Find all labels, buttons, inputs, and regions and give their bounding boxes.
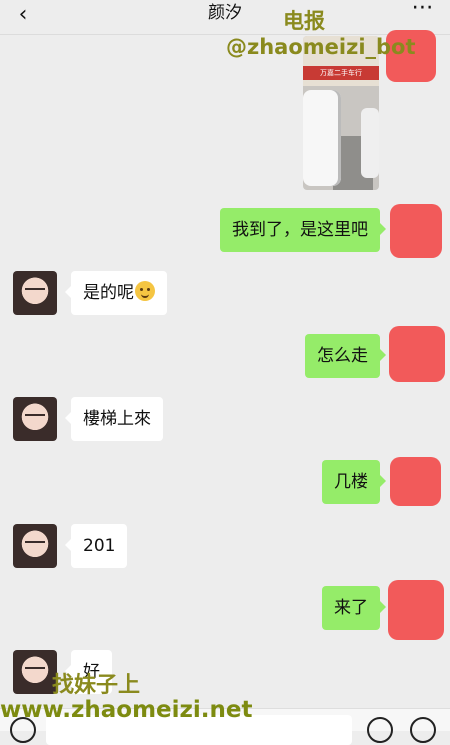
avatar-contact[interactable] [13,271,57,315]
avatar-contact[interactable] [13,650,57,694]
watermark-top-line1: 电报 [283,9,325,33]
message-bubble-contact[interactable]: 201 [64,524,128,568]
redacted-avatar-self [388,580,444,640]
photo-car-right [361,108,379,178]
emoji-icon[interactable] [367,717,393,743]
message-bubble-contact[interactable]: 樓梯上來 [65,397,163,441]
message-bubble-self[interactable]: 怎么走 [305,334,386,378]
message-bubble-self[interactable]: 我到了，是这里吧 [220,208,386,252]
watermark-top-line2: @zhaomeizi_bot [226,35,416,59]
redacted-avatar-self [389,326,445,382]
message-bubble-self[interactable]: 来了 [322,586,386,630]
avatar-contact[interactable] [13,524,57,568]
message-text: 是的呢 [83,283,134,303]
watermark-bottom-line1: 找妹子上 [52,673,141,698]
photo-shop-sign: 万嘉二手车行 [303,66,379,80]
smile-emoji-icon [135,281,155,301]
message-photo[interactable]: 万嘉二手车行 [303,36,379,190]
photo-car-left [303,90,341,186]
chat-header: ‹ 颜汐 ⋯ [0,0,450,35]
plus-icon[interactable] [410,717,436,743]
more-dots-icon[interactable]: ⋯ [408,0,438,22]
redacted-avatar-self [390,457,441,506]
redacted-avatar-self [390,204,442,258]
message-bubble-contact[interactable]: 是的呢 [65,271,167,315]
avatar-contact[interactable] [13,397,57,441]
watermark-bottom-line2: www.zhaomeizi.net [0,697,253,723]
chat-title: 颜汐 [208,3,242,23]
message-bubble-self[interactable]: 几楼 [322,460,386,504]
